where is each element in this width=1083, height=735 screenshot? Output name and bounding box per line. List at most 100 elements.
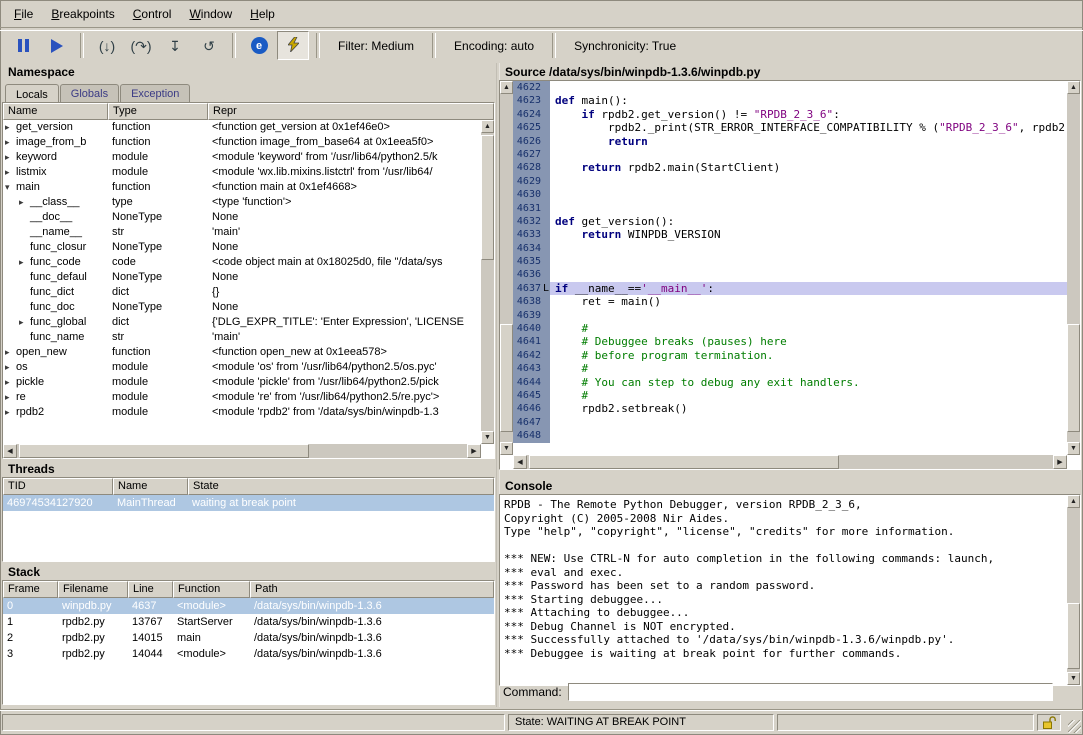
scroll-thumb[interactable] <box>1067 603 1080 669</box>
source-line[interactable]: 4623def main(): <box>513 94 1067 107</box>
line-number-margin[interactable]: 4639 <box>513 309 550 322</box>
threads-column-header-name[interactable]: Name <box>113 478 188 495</box>
source-line[interactable]: 4646 rpdb2.setbreak() <box>513 402 1067 415</box>
source-line[interactable]: 4637Lif __name__=='__main__': <box>513 282 1067 295</box>
namespace-row[interactable]: ▸func_codecode<code object main at 0x180… <box>3 255 481 270</box>
scroll-up-icon[interactable]: ▲ <box>1067 495 1080 508</box>
namespace-hscrollbar[interactable]: ◀ ▶ <box>3 444 481 458</box>
namespace-row[interactable]: func_closurNoneTypeNone <box>3 240 481 255</box>
line-number-margin[interactable]: 4646 <box>513 402 550 415</box>
source-line[interactable]: 4627 <box>513 148 1067 161</box>
tree-collapsed-icon[interactable]: ▸ <box>5 405 16 420</box>
menu-item-file[interactable]: File <box>5 3 42 25</box>
namespace-row[interactable]: func_defaulNoneTypeNone <box>3 270 481 285</box>
go-button[interactable] <box>41 31 73 60</box>
source-line[interactable]: 4630 <box>513 188 1067 201</box>
line-number-margin[interactable]: 4624 <box>513 108 550 121</box>
stack-frame-row[interactable]: 1rpdb2.py13767StartServer/data/sys/bin/w… <box>3 614 494 630</box>
stack-frame-row[interactable]: 0winpdb.py4637<module>/data/sys/bin/winp… <box>3 598 494 614</box>
namespace-row[interactable]: ▸rpdb2module<module 'rpdb2' from '/data/… <box>3 405 481 420</box>
source-editor[interactable]: ▲ ▼ 46224623def main():4624 if rpdb2.get… <box>499 80 1081 470</box>
source-line[interactable]: 4632def get_version(): <box>513 215 1067 228</box>
scroll-left-icon[interactable]: ◀ <box>513 455 527 469</box>
step-into-button[interactable]: (↓) <box>91 31 123 60</box>
line-number-margin[interactable]: 4633 <box>513 228 550 241</box>
line-number-margin[interactable]: 4643 <box>513 362 550 375</box>
line-number-margin[interactable]: 4631 <box>513 202 550 215</box>
menu-item-breakpoints[interactable]: Breakpoints <box>42 3 123 25</box>
scroll-track[interactable] <box>1067 94 1080 442</box>
line-number-margin[interactable]: 4644 <box>513 376 550 389</box>
source-line[interactable]: 4629 <box>513 175 1067 188</box>
line-number-margin[interactable]: 4634 <box>513 242 550 255</box>
filter-label[interactable]: Filter: Medium <box>338 39 414 53</box>
scroll-thumb[interactable] <box>500 324 513 432</box>
namespace-row[interactable]: func_namestr'main' <box>3 330 481 345</box>
line-number-margin[interactable]: 4642 <box>513 349 550 362</box>
scroll-track[interactable] <box>500 94 513 442</box>
source-hscrollbar[interactable]: ◀ ▶ <box>513 455 1067 469</box>
line-number-margin[interactable]: 4627 <box>513 148 550 161</box>
scroll-track[interactable] <box>481 133 494 431</box>
menu-item-window[interactable]: Window <box>180 3 241 25</box>
encoding-label[interactable]: Encoding: auto <box>454 39 534 53</box>
scroll-thumb[interactable] <box>1067 324 1080 432</box>
source-line[interactable]: 4626 return <box>513 135 1067 148</box>
tab-locals[interactable]: Locals <box>5 84 59 103</box>
synchronicity-label[interactable]: Synchronicity: True <box>574 39 676 53</box>
tree-collapsed-icon[interactable]: ▸ <box>5 390 16 405</box>
line-number-margin[interactable]: 4637L <box>513 282 550 295</box>
stack-column-header-frame[interactable]: Frame <box>3 581 58 598</box>
namespace-row[interactable]: __doc__NoneTypeNone <box>3 210 481 225</box>
source-vscrollbar[interactable]: ▲ ▼ <box>1067 81 1080 455</box>
step-return-button[interactable]: ↧ <box>159 31 191 60</box>
source-line[interactable]: 4628 return rpdb2.main(StartClient) <box>513 161 1067 174</box>
source-line[interactable]: 4635 <box>513 255 1067 268</box>
namespace-row[interactable]: ▸remodule<module 're' from '/usr/lib64/p… <box>3 390 481 405</box>
source-line[interactable]: 4648 <box>513 429 1067 442</box>
scroll-left-icon[interactable]: ◀ <box>3 444 17 458</box>
source-line[interactable]: 4644 # You can step to debug any exit ha… <box>513 376 1067 389</box>
source-line[interactable]: 4631 <box>513 202 1067 215</box>
scroll-thumb[interactable] <box>481 135 494 260</box>
namespace-row[interactable]: ▸get_versionfunction<function get_versio… <box>3 120 481 135</box>
line-number-margin[interactable]: 4630 <box>513 188 550 201</box>
scroll-up-icon[interactable]: ▲ <box>1067 81 1080 94</box>
scroll-right-icon[interactable]: ▶ <box>467 444 481 458</box>
step-over-button[interactable]: (↷) <box>125 31 157 60</box>
tree-collapsed-icon[interactable]: ▸ <box>5 360 16 375</box>
line-number-margin[interactable]: 4635 <box>513 255 550 268</box>
line-number-margin[interactable]: 4640 <box>513 322 550 335</box>
source-line[interactable]: 4639 <box>513 309 1067 322</box>
tab-exception[interactable]: Exception <box>120 84 190 102</box>
tree-collapsed-icon[interactable]: ▸ <box>5 150 16 165</box>
tree-collapsed-icon[interactable]: ▸ <box>5 135 16 150</box>
resize-grip[interactable] <box>1068 720 1081 733</box>
synchronicity-button[interactable] <box>277 31 309 60</box>
stack-column-header-function[interactable]: Function <box>173 581 250 598</box>
source-line[interactable]: 4641 # Debuggee breaks (pauses) here <box>513 335 1067 348</box>
thread-row[interactable]: 46974534127920MainThreadwaiting at break… <box>3 495 494 511</box>
scroll-down-icon[interactable]: ▼ <box>481 431 494 444</box>
scroll-thumb[interactable] <box>19 444 309 458</box>
source-code-area[interactable]: 46224623def main():4624 if rpdb2.get_ver… <box>513 81 1067 455</box>
scroll-right-icon[interactable]: ▶ <box>1053 455 1067 469</box>
scroll-down-icon[interactable]: ▼ <box>500 442 513 455</box>
namespace-row[interactable]: ▸picklemodule<module 'pickle' from '/usr… <box>3 375 481 390</box>
run-to-cursor-button[interactable]: ↺ <box>193 31 225 60</box>
stack-column-header-path[interactable]: Path <box>250 581 494 598</box>
tree-collapsed-icon[interactable]: ▸ <box>5 345 16 360</box>
namespace-row[interactable]: ▸func_globaldict{'DLG_EXPR_TITLE': 'Ente… <box>3 315 481 330</box>
line-number-margin[interactable]: 4636 <box>513 268 550 281</box>
namespace-row[interactable]: func_dictdict{} <box>3 285 481 300</box>
scroll-track[interactable] <box>527 455 1053 469</box>
line-number-margin[interactable]: 4641 <box>513 335 550 348</box>
tree-collapsed-icon[interactable]: ▸ <box>5 120 16 135</box>
pause-button[interactable] <box>7 31 39 60</box>
source-line[interactable]: 4647 <box>513 416 1067 429</box>
source-line[interactable]: 4638 ret = main() <box>513 295 1067 308</box>
scroll-track[interactable] <box>17 444 467 458</box>
scroll-up-icon[interactable]: ▲ <box>500 81 513 94</box>
line-number-margin[interactable]: 4645 <box>513 389 550 402</box>
stack-frame-row[interactable]: 2rpdb2.py14015main/data/sys/bin/winpdb-1… <box>3 630 494 646</box>
